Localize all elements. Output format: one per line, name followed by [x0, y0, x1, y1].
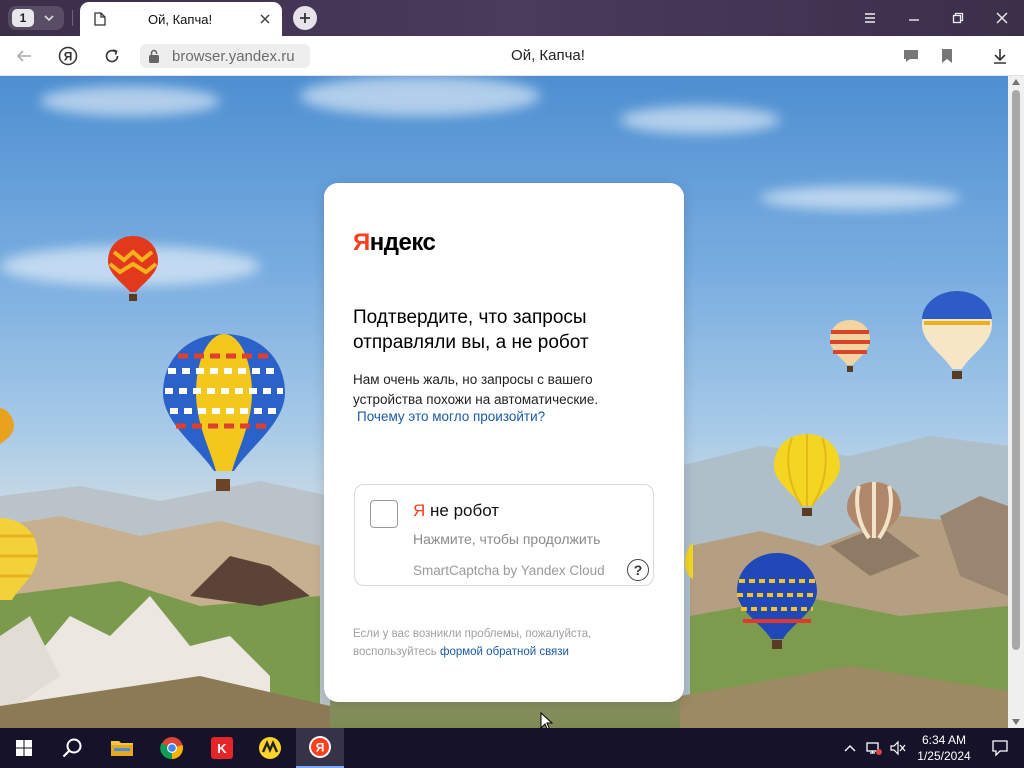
clock-time: 6:34 AM	[921, 733, 967, 747]
hot-air-balloon	[685, 543, 693, 579]
help-icon[interactable]: ?	[627, 559, 649, 581]
close-icon	[996, 12, 1008, 24]
kaspersky-button[interactable]: K	[198, 728, 246, 768]
hamburger-icon	[865, 13, 875, 23]
captcha-footer: Если у вас возникли проблемы, пожалуйста…	[353, 625, 653, 661]
hot-air-balloon	[0, 408, 14, 444]
restore-icon	[952, 12, 964, 24]
plus-icon	[300, 13, 310, 23]
hot-air-balloon	[108, 236, 158, 301]
back-button[interactable]	[12, 44, 36, 68]
taskbar-clock[interactable]: 6:34 AM 1/25/2024	[910, 732, 978, 764]
url-text: browser.yandex.ru	[172, 47, 295, 65]
smartcaptcha-widget: Я не робот Нажмите, чтобы продолжить Sma…	[354, 484, 654, 586]
arrow-left-icon	[16, 50, 31, 62]
downloads-button[interactable]	[988, 44, 1012, 68]
hot-air-balloon	[163, 334, 285, 491]
network-button[interactable]	[864, 738, 884, 758]
tab-counter-button[interactable]: 1	[8, 6, 64, 30]
yandex-market-button[interactable]	[246, 728, 294, 768]
tab-count-badge: 1	[12, 9, 34, 27]
chevron-up-icon	[844, 745, 856, 752]
captcha-heading: Подтвердите, что запросы отправляли вы, …	[353, 307, 589, 353]
page-title: Ой, Капча!	[511, 47, 585, 64]
scroll-up-arrow[interactable]	[1012, 79, 1020, 85]
page-scrollbar[interactable]	[1008, 76, 1024, 728]
not-robot-checkbox[interactable]	[370, 500, 398, 528]
smartcaptcha-brand: SmartCaptcha by Yandex Cloud	[413, 563, 605, 578]
new-tab-button[interactable]	[293, 6, 317, 30]
clock-date: 1/25/2024	[917, 749, 971, 763]
network-icon	[866, 742, 882, 755]
url-field[interactable]: browser.yandex.ru	[140, 44, 310, 68]
bookmark-icon	[942, 49, 952, 63]
protect-chat-button[interactable]	[899, 44, 923, 68]
hot-air-balloon	[774, 434, 840, 516]
hot-air-balloon	[922, 291, 992, 379]
start-button[interactable]	[0, 728, 48, 768]
reload-button[interactable]	[100, 44, 124, 68]
feedback-form-link[interactable]: формой обратной связи	[440, 646, 569, 658]
captcha-card: Яндекс Подтвердите, что запросы отправля…	[324, 183, 684, 702]
windows-logo-icon	[16, 740, 32, 756]
minimize-icon	[909, 19, 919, 21]
kaspersky-icon: K	[211, 737, 233, 759]
not-robot-ya: Я	[413, 501, 426, 520]
lock-icon[interactable]	[146, 48, 162, 64]
download-icon	[994, 49, 1006, 64]
why-link[interactable]: Почему это могло произойти?	[357, 409, 545, 424]
hot-air-balloon	[830, 320, 870, 372]
not-robot-text: не робот	[425, 501, 500, 520]
yandex-home-button[interactable]: Я	[56, 44, 80, 68]
captcha-description: Нам очень жаль, но запросы с вашего устр…	[353, 372, 599, 407]
not-robot-label[interactable]: Я не робот	[413, 501, 499, 521]
chat-icon	[904, 50, 918, 62]
chrome-icon	[160, 737, 183, 760]
yandex-logo-icon: Я	[58, 46, 78, 66]
scroll-down-arrow[interactable]	[1012, 719, 1020, 725]
yandex-market-icon	[259, 737, 281, 759]
logo-first-letter: Я	[353, 229, 370, 256]
scroll-thumb[interactable]	[1012, 90, 1020, 650]
notifications-button[interactable]	[990, 738, 1010, 758]
bookmark-button[interactable]	[935, 44, 959, 68]
chevron-down-icon	[44, 15, 54, 22]
minimize-button[interactable]	[892, 0, 936, 36]
yandex-browser-button[interactable]: Я	[296, 728, 344, 768]
hot-air-balloon	[847, 482, 901, 540]
title-bar: 1 Ой, Капча!	[0, 0, 1024, 36]
windows-taskbar: K Я 6:34 AM 1/25/2024	[0, 728, 1024, 768]
svg-text:Я: Я	[316, 741, 325, 755]
tab-active[interactable]: Ой, Капча!	[80, 2, 282, 36]
yandex-logo: Яндекс	[353, 229, 436, 257]
search-icon	[62, 738, 82, 758]
restore-button[interactable]	[936, 0, 980, 36]
search-button[interactable]	[48, 728, 96, 768]
file-explorer-button[interactable]	[98, 728, 146, 768]
window-controls	[848, 0, 1024, 36]
hot-air-balloon	[0, 518, 38, 600]
folder-icon	[111, 741, 133, 756]
reload-icon	[105, 49, 119, 63]
chrome-button[interactable]	[148, 728, 196, 768]
close-window-button[interactable]	[980, 0, 1024, 36]
notification-icon	[992, 740, 1008, 757]
tab-title: Ой, Капча!	[148, 11, 213, 27]
logo-rest: ндекс	[369, 229, 436, 256]
continue-hint: Нажмите, чтобы продолжить	[413, 531, 601, 547]
hot-air-balloon	[737, 553, 817, 649]
volume-button[interactable]	[888, 738, 908, 758]
svg-text:K: K	[217, 741, 227, 756]
speaker-muted-icon	[890, 740, 906, 756]
yandex-browser-icon: Я	[309, 736, 331, 758]
menu-button[interactable]	[848, 0, 892, 36]
document-icon	[94, 12, 106, 26]
tray-overflow-button[interactable]	[840, 738, 860, 758]
svg-text:Я: Я	[64, 50, 73, 64]
close-tab-icon[interactable]	[258, 12, 272, 26]
system-tray: 6:34 AM 1/25/2024	[838, 728, 1024, 768]
address-bar: Я browser.yandex.ru Ой, Капча!	[0, 36, 1024, 76]
tab-divider	[72, 10, 73, 26]
